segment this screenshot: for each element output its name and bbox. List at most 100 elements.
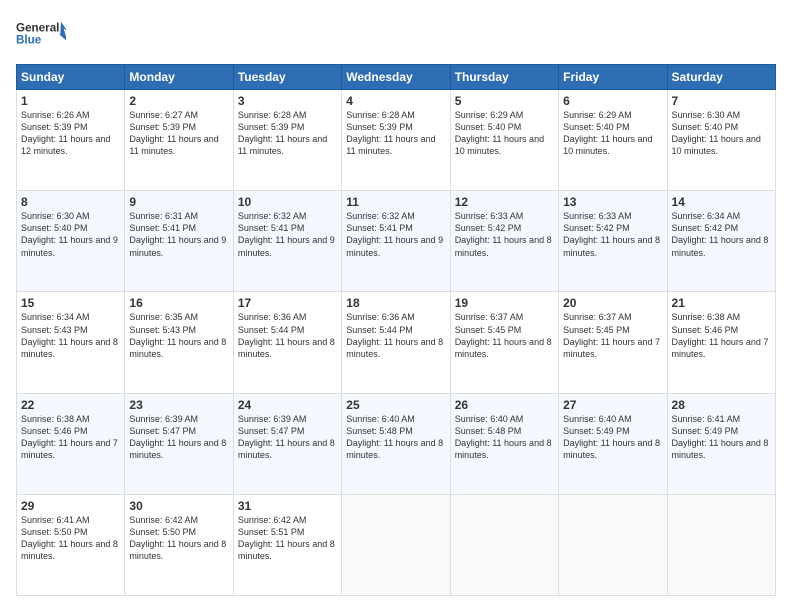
daylight-label: Daylight: 11 hours and 8 minutes. bbox=[346, 438, 443, 460]
sunset-label: Sunset: 5:50 PM bbox=[129, 527, 196, 537]
daylight-label: Daylight: 11 hours and 12 minutes. bbox=[21, 134, 110, 156]
day-number: 27 bbox=[563, 398, 662, 412]
sunset-label: Sunset: 5:40 PM bbox=[563, 122, 630, 132]
day-number: 1 bbox=[21, 94, 120, 108]
table-cell: 10 Sunrise: 6:32 AM Sunset: 5:41 PM Dayl… bbox=[233, 191, 341, 292]
daylight-label: Daylight: 11 hours and 9 minutes. bbox=[346, 235, 443, 257]
sunrise-label: Sunrise: 6:40 AM bbox=[455, 414, 524, 424]
day-number: 5 bbox=[455, 94, 554, 108]
day-info: Sunrise: 6:36 AM Sunset: 5:44 PM Dayligh… bbox=[346, 311, 445, 360]
daylight-label: Daylight: 11 hours and 11 minutes. bbox=[238, 134, 327, 156]
sunrise-label: Sunrise: 6:26 AM bbox=[21, 110, 90, 120]
daylight-label: Daylight: 11 hours and 9 minutes. bbox=[238, 235, 335, 257]
table-cell: 13 Sunrise: 6:33 AM Sunset: 5:42 PM Dayl… bbox=[559, 191, 667, 292]
sunrise-label: Sunrise: 6:30 AM bbox=[21, 211, 90, 221]
day-info: Sunrise: 6:38 AM Sunset: 5:46 PM Dayligh… bbox=[21, 413, 120, 462]
sunrise-label: Sunrise: 6:41 AM bbox=[21, 515, 90, 525]
day-info: Sunrise: 6:30 AM Sunset: 5:40 PM Dayligh… bbox=[672, 109, 771, 158]
sunrise-label: Sunrise: 6:39 AM bbox=[129, 414, 198, 424]
col-friday: Friday bbox=[559, 65, 667, 90]
table-cell: 12 Sunrise: 6:33 AM Sunset: 5:42 PM Dayl… bbox=[450, 191, 558, 292]
sunset-label: Sunset: 5:40 PM bbox=[455, 122, 522, 132]
day-number: 15 bbox=[21, 296, 120, 310]
daylight-label: Daylight: 11 hours and 7 minutes. bbox=[672, 337, 769, 359]
calendar-week-row: 15 Sunrise: 6:34 AM Sunset: 5:43 PM Dayl… bbox=[17, 292, 776, 393]
sunset-label: Sunset: 5:41 PM bbox=[129, 223, 196, 233]
day-info: Sunrise: 6:32 AM Sunset: 5:41 PM Dayligh… bbox=[346, 210, 445, 259]
table-cell: 9 Sunrise: 6:31 AM Sunset: 5:41 PM Dayli… bbox=[125, 191, 233, 292]
sunset-label: Sunset: 5:46 PM bbox=[672, 325, 739, 335]
table-cell: 25 Sunrise: 6:40 AM Sunset: 5:48 PM Dayl… bbox=[342, 393, 450, 494]
daylight-label: Daylight: 11 hours and 8 minutes. bbox=[672, 235, 769, 257]
page: General Blue Sunday Monday Tuesday Wedne… bbox=[0, 0, 792, 612]
svg-text:Blue: Blue bbox=[16, 33, 42, 46]
daylight-label: Daylight: 11 hours and 8 minutes. bbox=[21, 337, 118, 359]
sunrise-label: Sunrise: 6:32 AM bbox=[346, 211, 415, 221]
col-monday: Monday bbox=[125, 65, 233, 90]
sunset-label: Sunset: 5:40 PM bbox=[672, 122, 739, 132]
table-cell: 15 Sunrise: 6:34 AM Sunset: 5:43 PM Dayl… bbox=[17, 292, 125, 393]
sunset-label: Sunset: 5:48 PM bbox=[455, 426, 522, 436]
sunset-label: Sunset: 5:42 PM bbox=[563, 223, 630, 233]
day-number: 18 bbox=[346, 296, 445, 310]
daylight-label: Daylight: 11 hours and 8 minutes. bbox=[455, 235, 552, 257]
table-cell: 7 Sunrise: 6:30 AM Sunset: 5:40 PM Dayli… bbox=[667, 90, 775, 191]
day-number: 29 bbox=[21, 499, 120, 513]
sunrise-label: Sunrise: 6:28 AM bbox=[238, 110, 307, 120]
table-cell: 14 Sunrise: 6:34 AM Sunset: 5:42 PM Dayl… bbox=[667, 191, 775, 292]
table-cell bbox=[667, 494, 775, 595]
day-info: Sunrise: 6:41 AM Sunset: 5:49 PM Dayligh… bbox=[672, 413, 771, 462]
sunset-label: Sunset: 5:49 PM bbox=[563, 426, 630, 436]
day-number: 23 bbox=[129, 398, 228, 412]
daylight-label: Daylight: 11 hours and 8 minutes. bbox=[672, 438, 769, 460]
sunrise-label: Sunrise: 6:31 AM bbox=[129, 211, 198, 221]
daylight-label: Daylight: 11 hours and 8 minutes. bbox=[21, 539, 118, 561]
calendar-header-row: Sunday Monday Tuesday Wednesday Thursday… bbox=[17, 65, 776, 90]
daylight-label: Daylight: 11 hours and 9 minutes. bbox=[129, 235, 226, 257]
daylight-label: Daylight: 11 hours and 8 minutes. bbox=[455, 438, 552, 460]
sunset-label: Sunset: 5:47 PM bbox=[129, 426, 196, 436]
daylight-label: Daylight: 11 hours and 7 minutes. bbox=[21, 438, 118, 460]
header: General Blue bbox=[16, 16, 776, 54]
sunrise-label: Sunrise: 6:36 AM bbox=[346, 312, 415, 322]
sunset-label: Sunset: 5:41 PM bbox=[238, 223, 305, 233]
sunset-label: Sunset: 5:44 PM bbox=[346, 325, 413, 335]
sunrise-label: Sunrise: 6:40 AM bbox=[346, 414, 415, 424]
day-info: Sunrise: 6:36 AM Sunset: 5:44 PM Dayligh… bbox=[238, 311, 337, 360]
calendar-week-row: 22 Sunrise: 6:38 AM Sunset: 5:46 PM Dayl… bbox=[17, 393, 776, 494]
table-cell: 17 Sunrise: 6:36 AM Sunset: 5:44 PM Dayl… bbox=[233, 292, 341, 393]
day-number: 10 bbox=[238, 195, 337, 209]
daylight-label: Daylight: 11 hours and 10 minutes. bbox=[672, 134, 761, 156]
sunrise-label: Sunrise: 6:34 AM bbox=[21, 312, 90, 322]
sunset-label: Sunset: 5:50 PM bbox=[21, 527, 88, 537]
calendar-week-row: 1 Sunrise: 6:26 AM Sunset: 5:39 PM Dayli… bbox=[17, 90, 776, 191]
day-info: Sunrise: 6:41 AM Sunset: 5:50 PM Dayligh… bbox=[21, 514, 120, 563]
day-number: 13 bbox=[563, 195, 662, 209]
day-info: Sunrise: 6:38 AM Sunset: 5:46 PM Dayligh… bbox=[672, 311, 771, 360]
daylight-label: Daylight: 11 hours and 8 minutes. bbox=[129, 438, 226, 460]
day-info: Sunrise: 6:42 AM Sunset: 5:51 PM Dayligh… bbox=[238, 514, 337, 563]
table-cell bbox=[450, 494, 558, 595]
sunrise-label: Sunrise: 6:36 AM bbox=[238, 312, 307, 322]
day-number: 2 bbox=[129, 94, 228, 108]
day-info: Sunrise: 6:40 AM Sunset: 5:48 PM Dayligh… bbox=[455, 413, 554, 462]
day-info: Sunrise: 6:35 AM Sunset: 5:43 PM Dayligh… bbox=[129, 311, 228, 360]
table-cell: 4 Sunrise: 6:28 AM Sunset: 5:39 PM Dayli… bbox=[342, 90, 450, 191]
sunrise-label: Sunrise: 6:37 AM bbox=[563, 312, 632, 322]
sunset-label: Sunset: 5:39 PM bbox=[129, 122, 196, 132]
table-cell: 21 Sunrise: 6:38 AM Sunset: 5:46 PM Dayl… bbox=[667, 292, 775, 393]
day-info: Sunrise: 6:28 AM Sunset: 5:39 PM Dayligh… bbox=[346, 109, 445, 158]
day-info: Sunrise: 6:27 AM Sunset: 5:39 PM Dayligh… bbox=[129, 109, 228, 158]
sunset-label: Sunset: 5:42 PM bbox=[672, 223, 739, 233]
calendar-week-row: 8 Sunrise: 6:30 AM Sunset: 5:40 PM Dayli… bbox=[17, 191, 776, 292]
col-wednesday: Wednesday bbox=[342, 65, 450, 90]
day-info: Sunrise: 6:37 AM Sunset: 5:45 PM Dayligh… bbox=[563, 311, 662, 360]
day-number: 31 bbox=[238, 499, 337, 513]
sunrise-label: Sunrise: 6:33 AM bbox=[563, 211, 632, 221]
table-cell: 6 Sunrise: 6:29 AM Sunset: 5:40 PM Dayli… bbox=[559, 90, 667, 191]
sunrise-label: Sunrise: 6:34 AM bbox=[672, 211, 741, 221]
daylight-label: Daylight: 11 hours and 8 minutes. bbox=[563, 438, 660, 460]
daylight-label: Daylight: 11 hours and 8 minutes. bbox=[238, 539, 335, 561]
day-number: 25 bbox=[346, 398, 445, 412]
sunrise-label: Sunrise: 6:42 AM bbox=[129, 515, 198, 525]
